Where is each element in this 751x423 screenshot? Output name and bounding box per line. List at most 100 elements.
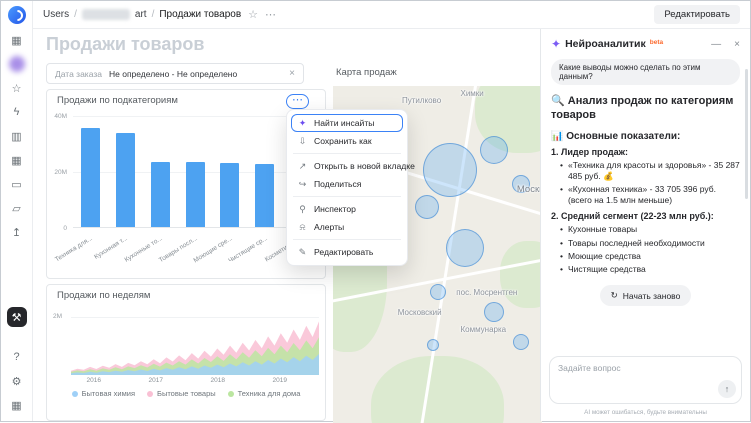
bar-5[interactable] <box>255 164 274 227</box>
legend-item[interactable]: Техника для дома <box>228 389 301 398</box>
bar-4[interactable] <box>220 163 239 227</box>
datalens-logo[interactable] <box>8 6 26 24</box>
send-button[interactable]: ↑ <box>718 380 736 398</box>
minimize-icon[interactable]: — <box>711 39 721 50</box>
bar-2[interactable] <box>151 162 170 227</box>
bullet-item: •Чистящие средства <box>560 264 740 275</box>
legend-label: Техника для дома <box>238 389 301 398</box>
bullet-item: •«Техника для красоты и здоровья» - 35 2… <box>560 160 740 182</box>
menu-item[interactable]: ✎ Редактировать <box>291 243 403 261</box>
weekly-area-plot: 2M <box>71 303 319 375</box>
menu-item-label: Поделиться <box>314 179 361 189</box>
x-axis-label: 2017 <box>149 377 163 384</box>
favorite-star-icon[interactable]: ☆ <box>248 8 258 21</box>
map-place-label: Москва <box>517 184 542 195</box>
map-terrain <box>500 241 542 308</box>
menu-item-label: Редактировать <box>314 247 373 257</box>
panel-header: ✦ Нейроаналитик beta — × <box>541 29 750 57</box>
disclaimer: AI может ошибаться, будьте внимательны <box>541 406 750 421</box>
legend-item[interactable]: Бытовая химия <box>72 389 135 398</box>
bell-icon: ⍾ <box>297 222 308 233</box>
legend-dot <box>147 391 153 397</box>
sales-bubble[interactable] <box>446 229 484 267</box>
sales-bubble[interactable] <box>430 284 446 300</box>
bar-0[interactable] <box>81 128 100 227</box>
x-axis-label: 2019 <box>273 377 287 384</box>
sales-bubble[interactable] <box>480 136 508 164</box>
menu-item[interactable]: ⚲Инспектор <box>291 200 403 218</box>
export-upload-icon[interactable]: ↥ <box>8 224 26 240</box>
map-place-label: Химки <box>460 89 483 98</box>
bullet-item: •Кухонные товары <box>560 224 740 235</box>
neuroanalyst-sparkle-icon: ✦ <box>551 37 561 51</box>
filter-label: Дата заказа <box>55 69 102 79</box>
menu-divider <box>293 153 401 154</box>
breadcrumb-more-icon[interactable]: ⋯ <box>265 8 276 21</box>
dots-icon: ⋯ <box>292 95 303 105</box>
page-title: Продажи товаров <box>46 34 204 55</box>
favorites-star-icon[interactable]: ☆ <box>8 80 26 96</box>
menu-item[interactable]: ⇩Сохранить как <box>291 132 403 150</box>
legend-item[interactable]: Бытовые товары <box>147 389 216 398</box>
restart-button[interactable]: ↻ Начать заново <box>600 285 692 306</box>
menu-item-label: Алерты <box>314 222 344 232</box>
restart-icon: ↻ <box>611 290 618 301</box>
charts-icon[interactable]: ▥ <box>8 128 26 144</box>
service-tools-icon[interactable]: ⚒ <box>7 307 27 327</box>
question-input-box[interactable]: ↑ <box>549 356 742 404</box>
datasets-icon[interactable]: ▦ <box>8 152 26 168</box>
panel-scrollbar[interactable] <box>745 69 748 199</box>
apps-grid-icon[interactable]: ▦ <box>8 32 26 48</box>
widget-menu-button[interactable]: ⋯ <box>286 94 309 109</box>
suggested-question-chip[interactable]: Какие выводы можно сделать по этим данны… <box>551 59 740 85</box>
bar-1[interactable] <box>116 133 135 227</box>
menu-item-label: Открыть в новой вкладке <box>314 161 415 171</box>
breadcrumb-separator: / <box>152 9 155 20</box>
help-icon[interactable]: ? <box>8 349 26 365</box>
sales-bubble[interactable] <box>427 339 439 351</box>
editor-lightning-icon[interactable]: ϟ <box>8 104 26 120</box>
breadcrumb-root[interactable]: Users <box>43 9 69 20</box>
sales-bubble[interactable] <box>513 334 529 350</box>
legend-label: Бытовая химия <box>82 389 135 398</box>
panel-title: Нейроаналитик <box>565 38 646 50</box>
menu-item[interactable]: ↗Открыть в новой вкладке <box>291 157 403 175</box>
chat-scroll-area[interactable]: Какие выводы можно сделать по этим данны… <box>541 57 750 350</box>
sales-bubble[interactable] <box>484 302 504 322</box>
subcategory-xlabels: Техника для...Кухонная т...Кухонные то..… <box>47 228 325 278</box>
pencil-icon: ✎ <box>297 247 308 258</box>
menu-item-label: Сохранить как <box>314 136 372 146</box>
y-tick-label: 2M <box>53 313 62 320</box>
analysis-section: 2. Средний сегмент (22-23 млн руб.):•Кух… <box>551 211 740 275</box>
apps-bottom-grid-icon[interactable]: ▦ <box>8 397 26 413</box>
blurred-service-icon[interactable] <box>9 56 25 72</box>
sales-bubble[interactable] <box>423 143 477 197</box>
breadcrumb-masked-suffix[interactable]: art <box>135 9 147 20</box>
widget-title: Продажи по подкатегориям <box>57 95 178 106</box>
bar-3[interactable] <box>186 162 205 227</box>
date-filter-control[interactable]: Дата заказа Не определено - Не определен… <box>46 63 304 84</box>
collections-folder-icon[interactable]: ▱ <box>8 200 26 216</box>
question-input[interactable] <box>550 357 741 403</box>
sales-bubble[interactable] <box>415 195 439 219</box>
analysis-heading: 🔍 Анализ продаж по категориям товаров <box>551 94 740 123</box>
menu-divider <box>293 196 401 197</box>
weekly-sales-widget: Продажи по неделям 2M 2016201720182019 Б… <box>46 284 326 421</box>
menu-item[interactable]: ↪Поделиться <box>291 175 403 193</box>
y-tick-label: 40M <box>54 113 67 120</box>
left-sidebar: ▦ ☆ ϟ ▥ ▦ ▭ ▱ ↥ ⚒? ⚙ ▦ <box>1 1 33 421</box>
dashboards-monitor-icon[interactable]: ▭ <box>8 176 26 192</box>
close-icon[interactable]: × <box>734 39 740 50</box>
bullet-item: •«Кухонная техника» - 33 705 396 руб. (в… <box>560 184 740 206</box>
widget-title: Продажи по неделям <box>57 290 150 301</box>
weekly-legend: Бытовая химия Бытовые товары Техника для д… <box>47 389 325 398</box>
menu-item[interactable]: ⍾ Алерты <box>291 218 403 236</box>
settings-gear-icon[interactable]: ⚙ <box>8 373 26 389</box>
map-place-label: Путилково <box>402 96 441 105</box>
legend-label: Бытовые товары <box>157 389 216 398</box>
menu-item[interactable]: ✦Найти инсайты <box>291 114 403 132</box>
legend-dot <box>72 391 78 397</box>
analysis-section: 1. Лидер продаж:•«Техника для красоты и … <box>551 147 740 207</box>
edit-button[interactable]: Редактировать <box>654 5 740 24</box>
filter-clear-icon[interactable]: × <box>289 68 295 79</box>
